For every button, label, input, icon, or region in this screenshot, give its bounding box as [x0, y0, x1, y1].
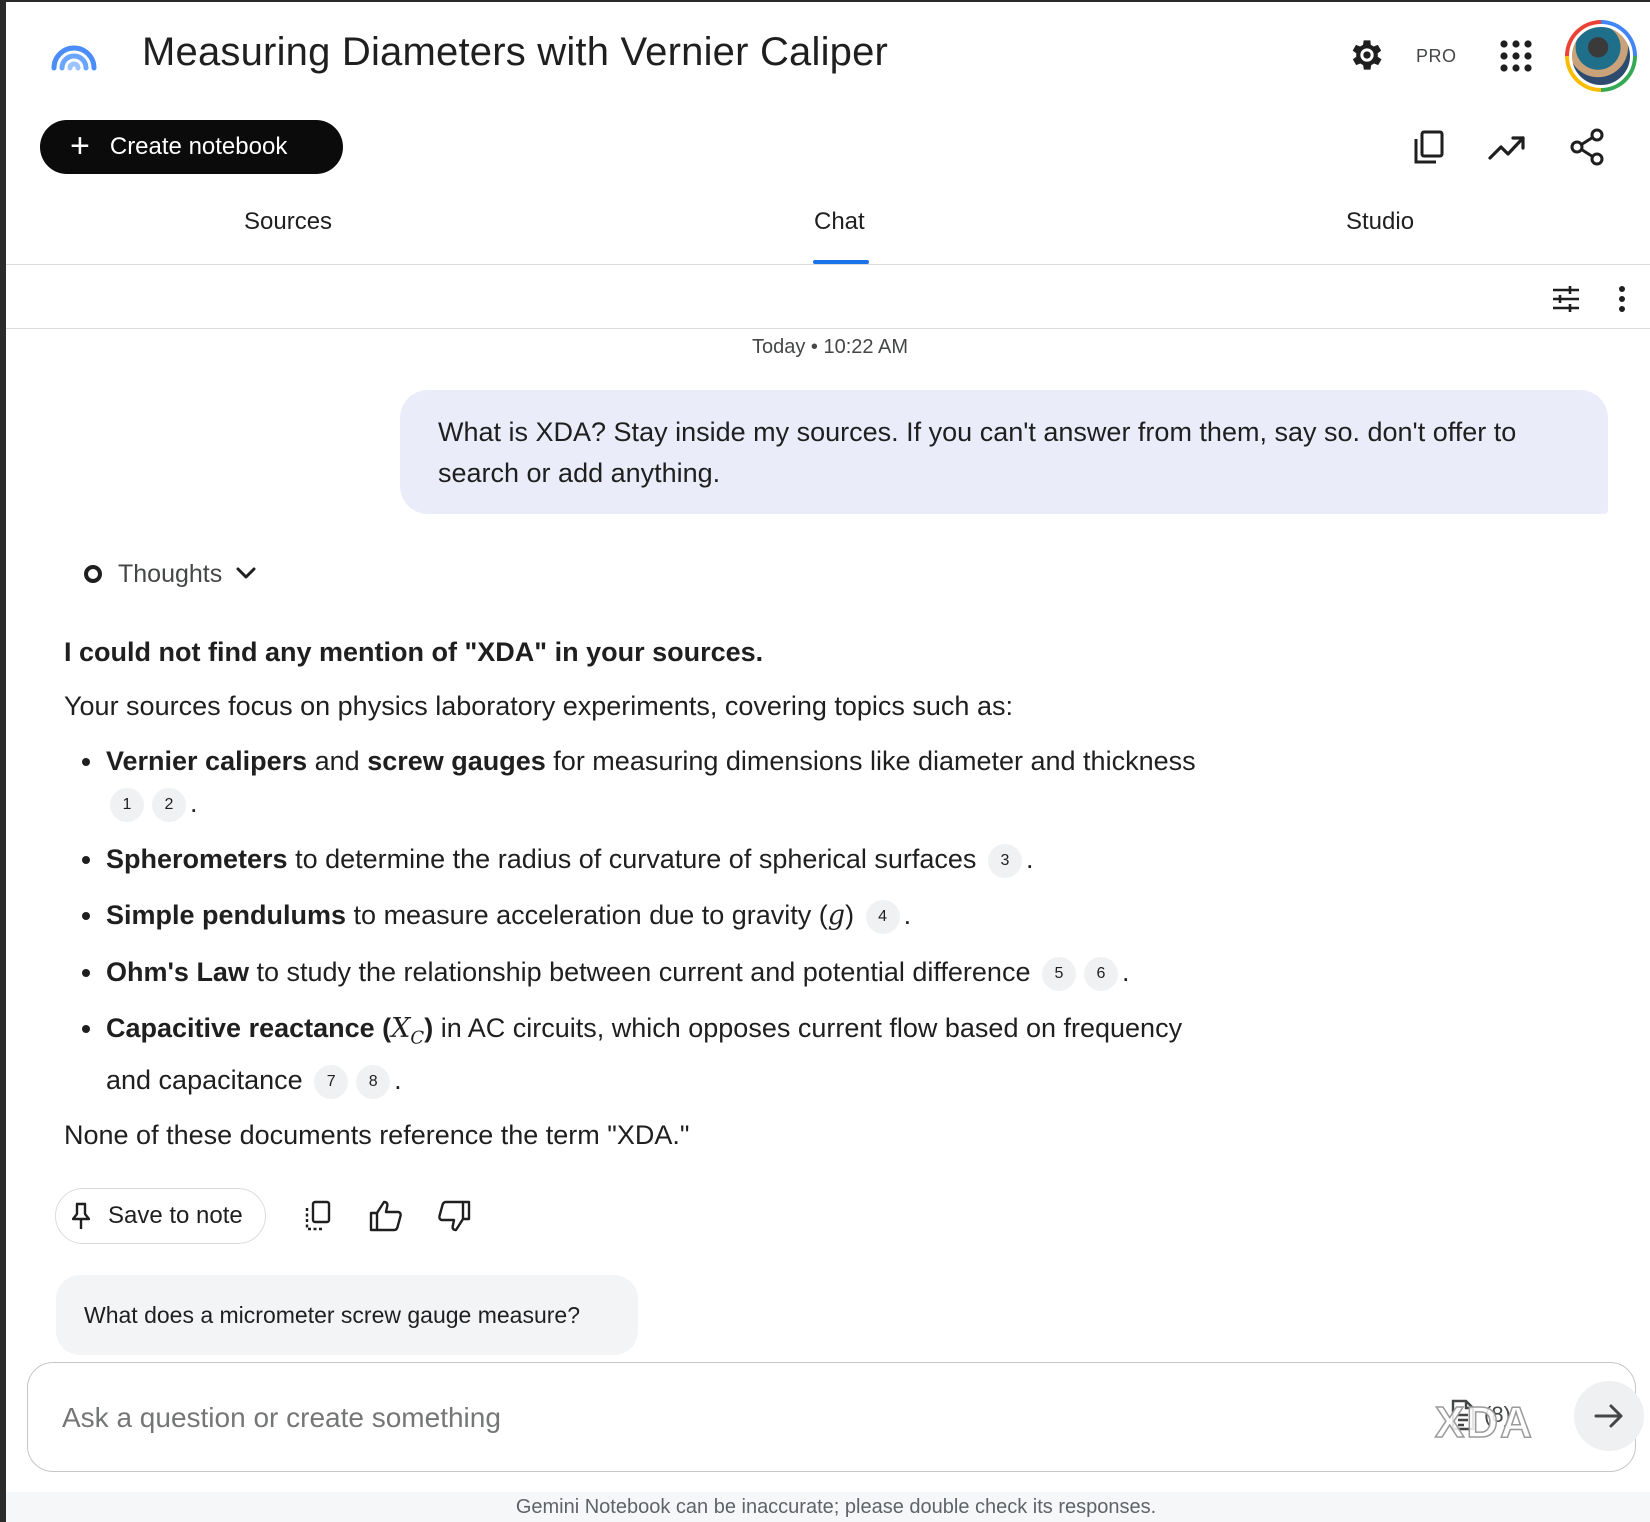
chat-input-box: (8): [27, 1362, 1644, 1472]
answer-bullet-list: Vernier calipers and screw gauges for me…: [64, 740, 1544, 1101]
citation-chip[interactable]: 8: [356, 1065, 391, 1100]
list-item: Spherometers to determine the radius of …: [64, 838, 1264, 880]
main-tabs: Sources Chat Studio: [6, 190, 1650, 265]
app-header: Measuring Diameters with Vernier Caliper…: [6, 0, 1650, 112]
copy-response-icon[interactable]: [296, 1194, 340, 1238]
answer-outro: None of these documents reference the te…: [64, 1120, 690, 1151]
chat-settings-sliders-icon[interactable]: [1548, 281, 1584, 317]
citation-chip[interactable]: 3: [987, 843, 1022, 878]
suggested-question-chip[interactable]: What does a micrometer screw gauge measu…: [56, 1275, 638, 1355]
user-avatar[interactable]: [1565, 20, 1637, 92]
more-options-icon[interactable]: [1604, 281, 1640, 317]
tab-chat[interactable]: Chat: [814, 208, 865, 236]
citation-chip[interactable]: 1: [110, 787, 144, 822]
answer-heading: I could not find any mention of "XDA" in…: [64, 637, 764, 667]
apps-grid-icon[interactable]: [1496, 36, 1536, 76]
citation-chip[interactable]: 4: [865, 899, 900, 934]
notebook-title[interactable]: Measuring Diameters with Vernier Caliper: [142, 30, 888, 75]
tab-sources[interactable]: Sources: [244, 208, 332, 236]
tab-studio[interactable]: Studio: [1346, 208, 1414, 236]
response-actions: Save to note: [55, 1188, 476, 1244]
citation-chip[interactable]: 6: [1083, 956, 1118, 991]
thumbs-down-icon[interactable]: [432, 1194, 476, 1238]
create-notebook-label: Create notebook: [109, 133, 288, 160]
share-icon[interactable]: [1564, 124, 1610, 170]
user-message-bubble: What is XDA? Stay inside my sources. If …: [400, 390, 1608, 514]
disclaimer-text: Gemini Notebook can be inaccurate; pleas…: [515, 1496, 1157, 1518]
citation-chip[interactable]: 2: [152, 787, 186, 822]
pin-icon: [72, 1202, 90, 1230]
active-tab-indicator: [813, 260, 869, 264]
chat-input[interactable]: [62, 1393, 1362, 1443]
copy-notebook-icon[interactable]: [1406, 124, 1452, 170]
send-button[interactable]: [1574, 1381, 1644, 1451]
chat-timestamp: Today • 10:22 AM: [752, 336, 908, 358]
list-item: Simple pendulums to measure acceleration…: [64, 894, 1264, 937]
pro-badge: PRO: [1416, 46, 1457, 66]
citation-chip[interactable]: 7: [314, 1065, 349, 1100]
assistant-answer: I could not find any mention of "XDA" in…: [64, 632, 1544, 1155]
settings-gear-icon[interactable]: [1346, 34, 1388, 76]
thoughts-toggle[interactable]: Thoughts: [84, 556, 256, 592]
thumbs-up-icon[interactable]: [364, 1194, 408, 1238]
list-item: Capacitive reactance (XC) in AC circuits…: [64, 1007, 1204, 1101]
chat-toolbar: [6, 265, 1650, 329]
citation-chip[interactable]: 5: [1041, 956, 1076, 991]
notebook-logo-icon[interactable]: [50, 34, 98, 74]
xda-watermark-logo: XDA: [1434, 1397, 1534, 1448]
save-to-note-button[interactable]: Save to note: [55, 1188, 266, 1244]
chevron-down-icon: [236, 567, 256, 579]
create-notebook-button[interactable]: + Create notebook: [40, 120, 343, 174]
thoughts-status-icon: [84, 565, 102, 583]
thoughts-label: Thoughts: [118, 559, 223, 588]
save-to-note-label: Save to note: [108, 1202, 243, 1229]
arrow-right-icon: [1594, 1404, 1623, 1428]
answer-intro: Your sources focus on physics laboratory…: [64, 691, 1013, 721]
list-item: Ohm's Law to study the relationship betw…: [64, 951, 1264, 993]
analytics-trend-icon[interactable]: [1484, 124, 1530, 170]
list-item: Vernier calipers and screw gauges for me…: [64, 740, 1264, 824]
plus-icon: +: [70, 126, 90, 165]
